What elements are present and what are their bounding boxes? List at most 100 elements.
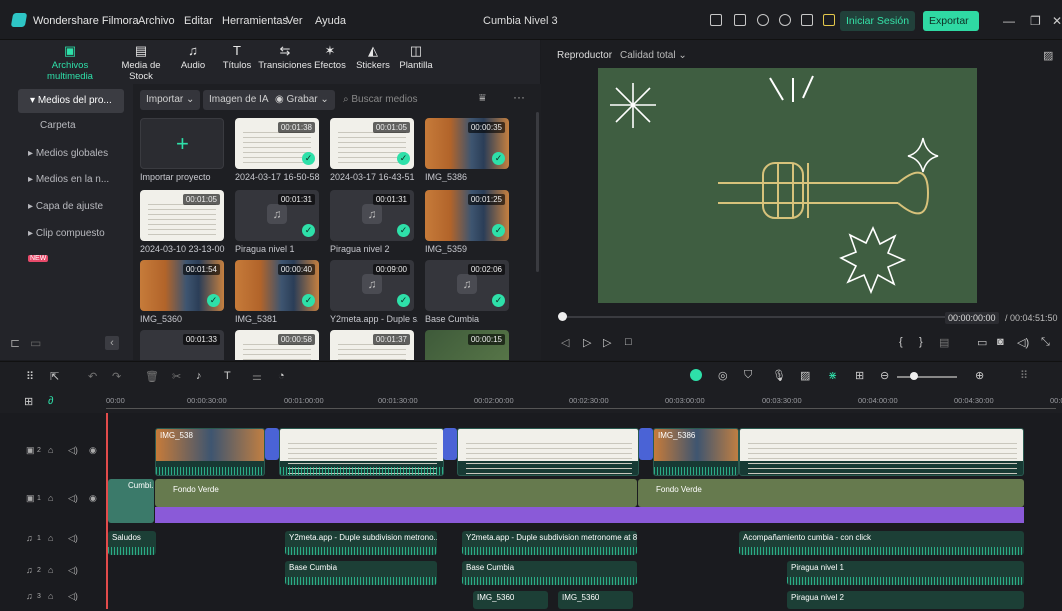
snap-icon[interactable]: ⋇ (828, 369, 837, 382)
layout-options-icon[interactable]: ⠿ (1020, 369, 1028, 382)
eye-icon[interactable]: ◉ (89, 445, 97, 456)
media-item[interactable]: ♫ 00:09:00 ✓ (330, 260, 414, 311)
search-input[interactable]: ⌕ Buscar medios (343, 90, 418, 110)
media-item[interactable]: 00:01:25 ✓ (425, 190, 509, 241)
transition-block[interactable] (443, 428, 457, 460)
media-item[interactable]: 00:01:37 (330, 330, 414, 360)
step-forward-icon[interactable]: ▷ (583, 336, 591, 349)
close-icon[interactable]: ✕ (1052, 14, 1062, 28)
quality-select[interactable]: Calidad total ⌄ (620, 50, 687, 61)
playback-scrubber[interactable] (561, 316, 947, 318)
cart-icon[interactable] (823, 14, 835, 26)
timeline-ruler[interactable]: ⊞ ∂ 00:00 00:00:30:00 00:01:00:00 00:01:… (0, 391, 1062, 413)
render-icon[interactable]: ◎ (718, 369, 728, 382)
restore-icon[interactable]: ❐ (1030, 14, 1041, 28)
audio-clip[interactable]: Y2meta.app - Duple subdivision metrono..… (285, 531, 437, 555)
menu-archivo[interactable]: Archivo (138, 15, 175, 27)
audio-clip[interactable]: IMG_5360 (558, 591, 633, 609)
ai-image-button[interactable]: Imagen de IA (203, 90, 275, 110)
filter-icon[interactable]: ⩸ (479, 92, 486, 105)
audio-clip[interactable]: IMG_5360 (473, 591, 548, 609)
import-button[interactable]: Importar ⌄ (140, 90, 201, 110)
display-settings-icon[interactable]: ▤ (939, 336, 949, 349)
headset-icon[interactable] (779, 14, 791, 26)
sidebar-item-medios-globales[interactable]: ▸ Medios globales (18, 142, 124, 166)
menu-ayuda[interactable]: Ayuda (315, 15, 346, 27)
player-tab[interactable]: Reproductor (557, 50, 612, 61)
audio-clip[interactable]: Base Cumbia (462, 561, 637, 585)
video-clip[interactable]: Cumbi... (108, 479, 154, 523)
tab-audio[interactable]: ♫ Audio (178, 44, 208, 72)
sidebar-item-clip-compuesto[interactable]: ▸ Clip compuesto NEW (18, 222, 124, 262)
media-item[interactable]: 00:01:05 ✓ (330, 118, 414, 169)
zoom-slider-handle[interactable] (910, 372, 918, 380)
fullscreen-icon[interactable]: ⤡ (1041, 336, 1050, 349)
scissors-icon[interactable]: ✂ (172, 370, 181, 383)
menu-editar[interactable]: Editar (184, 15, 213, 27)
video-clip[interactable]: IMG_5386 (653, 428, 739, 476)
media-item[interactable]: 00:00:58 (235, 330, 319, 360)
volume-icon[interactable]: ◁) (68, 493, 78, 504)
save-icon[interactable] (734, 14, 746, 26)
new-folder-icon[interactable]: ⊏ (10, 336, 20, 350)
grid-icon[interactable]: ⠿ (26, 370, 34, 383)
media-item[interactable]: ♫ 00:01:31 ✓ (330, 190, 414, 241)
stop-icon[interactable]: □ (625, 336, 632, 348)
text-tool-icon[interactable]: T (224, 370, 231, 382)
prev-frame-icon[interactable]: ◁ (561, 336, 569, 349)
adjust-icon[interactable]: ⚌ (252, 370, 262, 383)
sidebar-item-carpeta[interactable]: Carpeta (18, 114, 124, 138)
snapshot-icon[interactable]: ▨ (1043, 49, 1053, 62)
audio-detach-icon[interactable]: ♪ (196, 370, 202, 382)
camera-icon[interactable]: ◙ (997, 336, 1004, 348)
media-item[interactable]: 00:00:35 ✓ (425, 118, 509, 169)
delete-icon[interactable]: 🗑 (145, 370, 159, 383)
sidebar-item-capa-de-ajuste[interactable]: ▸ Capa de ajuste (18, 195, 124, 219)
effect-bar[interactable] (155, 507, 1024, 523)
ai-assist-icon[interactable] (690, 369, 702, 381)
tab-stickers[interactable]: ◭ Stickers (356, 44, 390, 72)
media-item[interactable]: 00:01:54 ✓ (140, 260, 224, 311)
lock-icon[interactable]: ⌂ (48, 591, 53, 601)
redo-icon[interactable]: ↷ (112, 370, 121, 383)
playhead-handle[interactable] (558, 312, 567, 321)
cloud-icon[interactable] (757, 14, 769, 26)
add-track-icon[interactable]: ⊞ (24, 395, 33, 408)
audio-clip[interactable]: Acompañamiento cumbia - con click (739, 531, 1024, 555)
gift-icon[interactable] (801, 14, 813, 26)
video-clip[interactable]: IMG_538 (155, 428, 265, 476)
zoom-out-icon[interactable]: ⊖ (880, 369, 889, 382)
lock-icon[interactable]: ⌂ (48, 493, 53, 503)
transition-block[interactable] (639, 428, 653, 460)
media-item[interactable]: ♫ 00:02:06 ✓ (425, 260, 509, 311)
lock-icon[interactable]: ⌂ (48, 533, 53, 543)
video-clip[interactable] (279, 428, 444, 476)
more-options-icon[interactable]: ··· (513, 90, 525, 104)
tab-archivos-multimedia[interactable]: ▣ Archivos multimedia (32, 44, 108, 83)
media-item[interactable]: ♫ 00:01:31 ✓ (235, 190, 319, 241)
volume-icon[interactable]: ◁) (68, 591, 78, 602)
eye-icon[interactable]: ◉ (89, 493, 97, 504)
media-item[interactable]: 00:00:15 (425, 330, 509, 360)
audio-clip[interactable]: Saludos (108, 531, 156, 555)
audio-clip[interactable]: Piragua nivel 2 (787, 591, 1024, 609)
export-button[interactable]: Exportar ⌄ (923, 11, 979, 47)
transition-block[interactable] (265, 428, 279, 460)
volume-icon[interactable]: ◁) (68, 533, 78, 544)
speed-icon[interactable]: ◔ (278, 370, 285, 382)
media-item[interactable]: 00:00:40 ✓ (235, 260, 319, 311)
login-button[interactable]: Iniciar Sesión (840, 11, 916, 31)
video-clip[interactable] (457, 428, 639, 476)
minimize-icon[interactable]: — (1003, 14, 1015, 28)
audio-clip[interactable]: Y2meta.app - Duple subdivision metronome… (462, 531, 637, 555)
tab-transiciones[interactable]: ⇆ Transiciones (258, 44, 312, 72)
lock-icon[interactable]: ⌂ (48, 565, 53, 575)
menu-ver[interactable]: Ver (286, 15, 303, 27)
shield-icon[interactable]: ⛉ (744, 369, 752, 382)
fit-icon[interactable]: ⊞ (855, 369, 864, 382)
media-item[interactable]: 00:01:33 (140, 330, 224, 360)
select-tool-icon[interactable]: ⇱ (50, 370, 59, 383)
play-icon[interactable]: ▷ (603, 336, 611, 349)
video-clip[interactable]: Fondo Verde (638, 479, 1024, 507)
microphone-icon[interactable]: 🎙 (772, 369, 786, 382)
